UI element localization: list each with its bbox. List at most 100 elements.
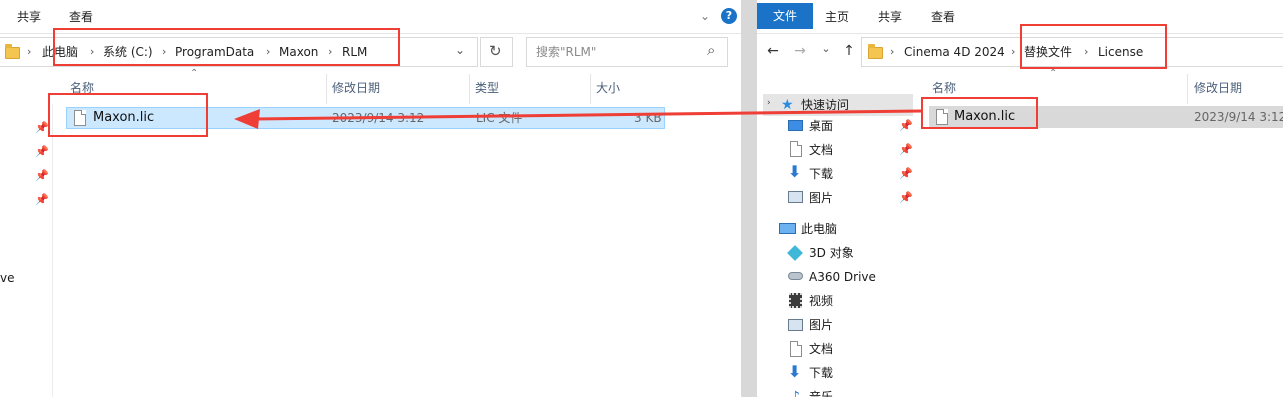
file-modified: 2023/9/14 3:12 xyxy=(1194,110,1283,124)
search-icon: ⌕ xyxy=(707,41,716,59)
ribbon-tab-view[interactable]: 查看 xyxy=(57,5,105,29)
pictures-icon xyxy=(788,191,803,203)
ribbon-tab-home[interactable]: 主页 xyxy=(813,5,861,29)
breadcrumb-separator-icon: › xyxy=(328,45,333,58)
nav-item-videos[interactable]: 视频 xyxy=(809,290,833,312)
help-icon[interactable]: ? xyxy=(721,8,737,24)
breadcrumb-separator-icon: › xyxy=(162,45,167,58)
address-history-chevron-icon[interactable]: ⌄ xyxy=(455,43,465,57)
breadcrumb-separator-icon: › xyxy=(27,45,32,58)
desktop-icon xyxy=(788,120,803,131)
breadcrumb-separator-icon: › xyxy=(890,45,895,58)
network-drive-icon xyxy=(788,272,803,280)
expand-chevron-icon[interactable]: › xyxy=(767,98,771,108)
nav-pane-border xyxy=(52,104,53,397)
file-name: Maxon.lic xyxy=(93,110,155,125)
right-explorer-window: 文件 主页 共享 查看 ← → ⌄ ↑ › Cinema 4D 2024 › 替… xyxy=(757,0,1283,397)
nav-item-pictures[interactable]: 图片 xyxy=(809,187,833,209)
nav-item-desktop[interactable]: 桌面 xyxy=(809,115,833,137)
nav-item-documents[interactable]: 文档 xyxy=(809,139,833,161)
file-name: Maxon.lic xyxy=(954,109,1016,124)
file-modified: 2023/9/14 3:12 xyxy=(332,111,425,125)
nav-item-pictures-pc[interactable]: 图片 xyxy=(809,314,833,336)
left-explorer-window: 共享 查看 ⌄ ? › 此电脑 › 系统 (C:) › ProgramData … xyxy=(0,0,741,397)
download-arrow-icon: ⬇ xyxy=(788,362,802,381)
nav-item-downloads[interactable]: 下载 xyxy=(809,163,833,185)
pin-icon[interactable]: 📌 xyxy=(35,121,49,134)
star-icon: ★ xyxy=(781,97,794,113)
folder-icon xyxy=(868,44,883,59)
nav-item-truncated-label[interactable]: ve xyxy=(0,271,14,285)
breadcrumb-maxon[interactable]: Maxon xyxy=(279,38,318,66)
breadcrumb-programdata[interactable]: ProgramData xyxy=(175,38,254,66)
back-arrow-icon[interactable]: ← xyxy=(764,38,782,64)
sort-ascending-icon: ⌃ xyxy=(1049,68,1058,79)
column-header-name[interactable]: 名称 xyxy=(70,75,94,101)
ribbon-divider xyxy=(757,33,1283,34)
ribbon-divider xyxy=(0,33,741,34)
window-gap xyxy=(741,0,757,397)
computer-icon xyxy=(779,223,796,234)
folder-icon xyxy=(5,44,20,59)
file-row-maxon-lic[interactable]: Maxon.lic 2023/9/14 3:12 LIC 文件 3 KB xyxy=(66,107,665,129)
column-divider xyxy=(590,74,591,104)
pin-icon[interactable]: 📌 xyxy=(899,119,913,132)
file-size: 3 KB xyxy=(634,111,662,125)
file-icon xyxy=(74,110,86,126)
nav-quick-access[interactable]: 快速访问 xyxy=(801,94,849,116)
ribbon-tab-share[interactable]: 共享 xyxy=(866,5,914,29)
ribbon-tab-share[interactable]: 共享 xyxy=(5,5,53,29)
breadcrumb-license[interactable]: License xyxy=(1098,38,1143,66)
nav-item-music[interactable]: 音乐 xyxy=(809,386,833,397)
sort-ascending-icon: ⌃ xyxy=(190,68,199,79)
pin-icon[interactable]: 📌 xyxy=(899,191,913,204)
pin-icon[interactable]: 📌 xyxy=(899,167,913,180)
address-bar[interactable]: › 此电脑 › 系统 (C:) › ProgramData › Maxon › … xyxy=(0,37,478,67)
file-icon xyxy=(936,109,948,125)
refresh-icon: ↻ xyxy=(489,42,502,60)
breadcrumb-separator-icon: › xyxy=(1084,45,1089,58)
breadcrumb-rlm[interactable]: RLM xyxy=(342,38,367,66)
column-divider xyxy=(326,74,327,104)
search-placeholder: 搜索"RLM" xyxy=(536,45,597,59)
breadcrumb-system-c[interactable]: 系统 (C:) xyxy=(103,38,153,66)
ribbon-tab-file[interactable]: 文件 xyxy=(757,3,814,29)
nav-item-3d-objects[interactable]: 3D 对象 xyxy=(809,242,854,264)
ribbon-tab-view[interactable]: 查看 xyxy=(919,5,967,29)
column-header-name[interactable]: 名称 xyxy=(932,75,956,101)
nav-item-downloads-pc[interactable]: 下载 xyxy=(809,362,833,384)
column-header-size[interactable]: 大小 xyxy=(596,75,620,101)
ribbon-collapse-chevron-icon[interactable]: ⌄ xyxy=(700,9,710,23)
navigation-pane: › ★ 快速访问 桌面 📌 文档 📌 ⬇ 下载 📌 图片 📌 此电脑 3D 对象… xyxy=(757,90,914,397)
pin-icon[interactable]: 📌 xyxy=(35,193,49,206)
recent-locations-chevron-icon[interactable]: ⌄ xyxy=(819,36,833,62)
documents-icon xyxy=(790,141,802,157)
file-row-maxon-lic[interactable]: Maxon.lic 2023/9/14 3:12 xyxy=(929,106,1283,128)
pin-icon[interactable]: 📌 xyxy=(899,143,913,156)
column-header-modified[interactable]: 修改日期 xyxy=(1194,75,1242,101)
documents-icon xyxy=(790,341,802,357)
address-bar[interactable]: › Cinema 4D 2024 › 替换文件 › License xyxy=(861,37,1283,67)
nav-item-documents-pc[interactable]: 文档 xyxy=(809,338,833,360)
pin-icon[interactable]: 📌 xyxy=(35,145,49,158)
up-arrow-icon[interactable]: ↑ xyxy=(840,38,858,64)
breadcrumb-separator-icon: › xyxy=(90,45,95,58)
breadcrumb-cinema4d[interactable]: Cinema 4D 2024 xyxy=(904,38,1005,66)
pin-icon[interactable]: 📌 xyxy=(35,169,49,182)
column-header-modified[interactable]: 修改日期 xyxy=(332,75,380,101)
breadcrumb-replace-files[interactable]: 替换文件 xyxy=(1024,38,1072,66)
column-header-type[interactable]: 类型 xyxy=(475,75,499,101)
column-divider xyxy=(469,74,470,104)
search-input[interactable]: 搜索"RLM" ⌕ xyxy=(526,37,728,67)
breadcrumb-this-pc[interactable]: 此电脑 xyxy=(42,38,78,66)
refresh-button[interactable]: ↻ xyxy=(480,37,513,67)
breadcrumb-separator-icon: › xyxy=(266,45,271,58)
file-type: LIC 文件 xyxy=(476,111,523,125)
videos-icon xyxy=(789,293,802,308)
nav-this-pc[interactable]: 此电脑 xyxy=(801,218,837,240)
pictures-icon xyxy=(788,319,803,331)
nav-item-a360-drive[interactable]: A360 Drive xyxy=(809,266,876,288)
music-icon: ♪ xyxy=(791,389,800,397)
forward-arrow-icon[interactable]: → xyxy=(791,38,809,64)
breadcrumb-separator-icon: › xyxy=(1011,45,1016,58)
